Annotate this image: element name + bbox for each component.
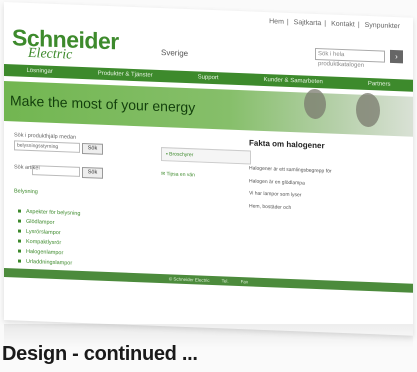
bullet-icon [18,209,21,213]
topic-label: Glödlampor [26,218,55,226]
search-button[interactable]: › [390,49,403,64]
nav-item-solutions[interactable]: Lösningar [26,68,52,75]
article-paragraph: Hem, bostäder och [249,202,292,211]
footer-phone: Tel. [221,278,229,284]
search-article-input[interactable] [32,165,80,177]
topic-label: Urladdningslampor [26,258,73,267]
bullet-icon [18,259,21,263]
top-link-contact[interactable]: Kontakt [331,21,355,29]
nav-item-support[interactable]: Support [198,74,219,81]
topic-link[interactable]: Glödlampor [18,219,54,226]
search-help-label: Sök i produkthjälp medan [14,132,77,141]
topic-label: Kompaktlysrör [26,238,62,247]
nav-item-products[interactable]: Produkter & Tjänster [98,71,153,79]
bullet-icon [18,229,21,233]
download-link[interactable]: ▪ Broschyrer [161,147,251,165]
arrow-right-icon: › [395,52,398,62]
topic-link[interactable]: Lysrörslampor [18,228,61,237]
download-label: Broschyrer [169,151,194,159]
tip-friend-link[interactable]: ✉ Tipsa en vän [161,171,195,178]
article-title: Fakta om halogener [249,138,325,151]
article-body: Halogener är ett samlingsbegrepp för Hal… [249,165,404,221]
article-paragraph: Vi har lampor som lyser [249,190,302,199]
nav-item-partners[interactable]: Partners [368,81,391,88]
search-help-input[interactable]: belysningsstyrning [14,140,80,153]
search-input[interactable]: Sök i hela produktkatalogen [315,47,385,69]
search-help-button[interactable]: Sök [82,142,103,155]
top-links: Hem | Sajtkarta | Kontakt | Synpunkter [269,18,400,31]
slide-caption: Design - continued ... [2,343,198,365]
article-paragraph: Halogen är en glödlampa [249,177,305,187]
person-photo [304,88,326,120]
browser-page: Schneider Electric Sverige Hem | Sajtkart… [4,2,413,336]
topic-label: Lysrörslampor [26,228,61,237]
topic-link[interactable]: Aspekter för belysning [18,209,80,217]
banner-text: Make the most of your energy [10,92,196,116]
footer-fax: Fax [240,279,249,285]
topics-heading: Belysning [14,188,38,196]
top-link-sitemap[interactable]: Sajtkarta [294,19,322,27]
topic-label: Aspekter för belysning [26,208,81,217]
logo[interactable]: Schneider Electric [12,24,119,65]
bullet-icon [18,239,21,243]
page-footer: © Schneider Electric Tel. Fax [4,268,413,293]
footer-copyright: © Schneider Electric [168,276,210,283]
topic-link[interactable]: Halogenlampor [18,248,64,257]
bullet-icon [18,249,21,253]
country-label: Sverige [161,48,189,59]
topic-label: Halogenlampor [26,248,64,257]
nav-item-customers[interactable]: Kunder & Samarbeten [264,77,323,85]
tip-friend-label: Tipsa en vän [166,171,195,179]
top-link-home[interactable]: Hem [269,18,284,26]
search-article-button[interactable]: Sök [82,166,103,179]
top-link-feedback[interactable]: Synpunkter [365,22,400,30]
topic-link[interactable]: Urladdningslampor [18,259,72,267]
bullet-icon [18,219,21,223]
topic-link[interactable]: Kompaktlysrör [18,238,62,247]
person-photo [356,92,380,128]
article-paragraph: Halogener är ett samlingsbegrepp för [249,165,332,175]
